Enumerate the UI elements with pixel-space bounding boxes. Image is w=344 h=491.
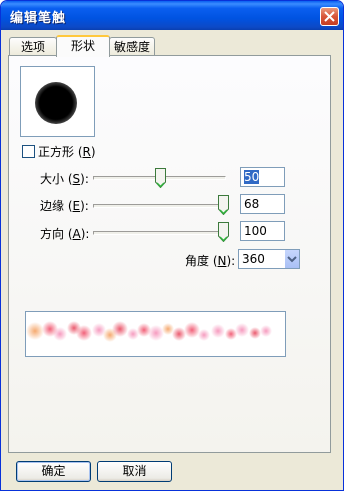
- size-label: 大小 (S):: [40, 172, 89, 186]
- angle-value: 360: [242, 252, 265, 266]
- edge-slider-thumb[interactable]: [218, 195, 229, 215]
- direction-label: 方向 (A):: [40, 227, 90, 241]
- square-checkbox[interactable]: [22, 145, 35, 158]
- angle-label: 角度 (N):: [185, 254, 236, 268]
- cancel-button[interactable]: 取消: [97, 461, 172, 482]
- edge-slider-track[interactable]: [93, 204, 226, 208]
- window-title: 编辑笔触: [10, 11, 67, 26]
- edge-label: 边缘 (E):: [40, 199, 89, 213]
- chevron-down-icon: [287, 256, 297, 263]
- square-checkbox-label[interactable]: 正方形 (R): [38, 143, 96, 160]
- direction-slider-track[interactable]: [93, 231, 226, 235]
- brush-tip-image: [35, 82, 77, 124]
- angle-dropdown-button[interactable]: [284, 250, 299, 268]
- close-button[interactable]: [320, 7, 339, 26]
- direction-slider-thumb[interactable]: [218, 222, 229, 242]
- stroke-preview: [25, 311, 286, 357]
- tab-shape-label: 形状: [70, 39, 95, 53]
- title-bar[interactable]: 编辑笔触: [1, 1, 343, 30]
- tab-options-label: 选项: [20, 40, 45, 54]
- angle-combobox[interactable]: 360: [238, 249, 300, 269]
- tab-sensitivity[interactable]: 敏感度: [109, 37, 155, 57]
- brush-preview: [20, 66, 95, 137]
- direction-value-field[interactable]: 100: [240, 221, 285, 241]
- close-icon: [324, 11, 335, 22]
- ok-button[interactable]: 确定: [16, 461, 91, 482]
- size-value-field[interactable]: 50: [240, 167, 285, 187]
- tab-shape[interactable]: 形状: [56, 35, 110, 57]
- edge-value-field[interactable]: 68: [240, 194, 285, 214]
- tab-options[interactable]: 选项: [9, 37, 57, 57]
- tab-sensitivity-label: 敏感度: [113, 40, 150, 54]
- stroke-sample-image: [26, 321, 272, 342]
- size-slider-thumb[interactable]: [155, 168, 166, 188]
